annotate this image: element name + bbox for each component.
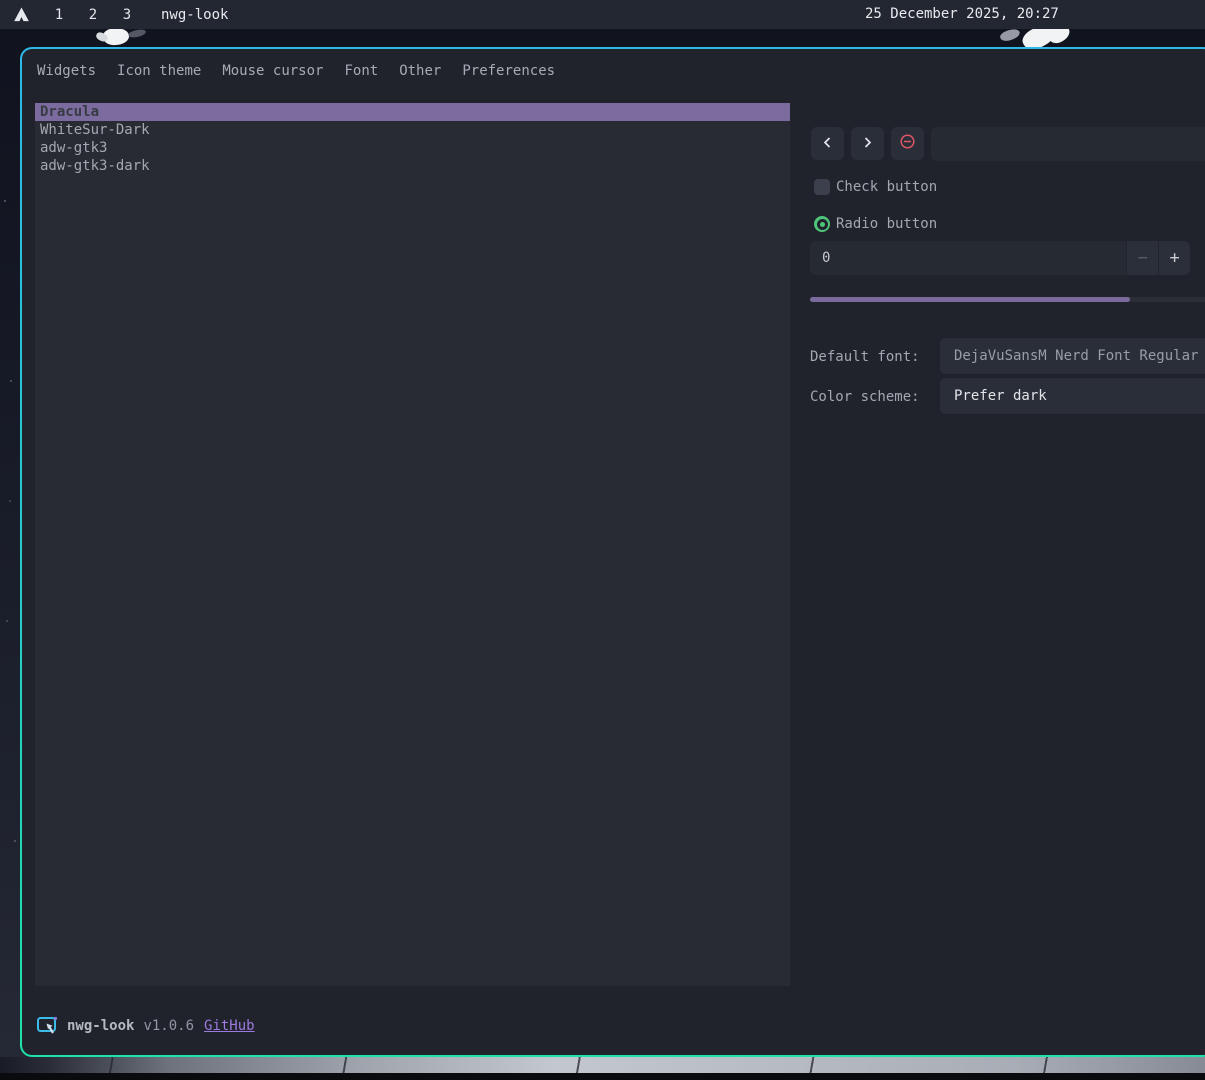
active-window-title: nwg-look	[161, 7, 228, 23]
tab-font[interactable]: Font	[344, 60, 378, 82]
tab-icon-theme[interactable]: Icon theme	[117, 60, 201, 82]
clock: 25 December 2025, 20:27	[865, 0, 1059, 29]
nwg-look-window-body: Widgets Icon theme Mouse cursor Font Oth…	[22, 49, 1205, 1055]
gtk-theme-list: Dracula WhiteSur-Dark adw-gtk3 adw-gtk3-…	[35, 103, 790, 986]
chevron-right-icon	[862, 134, 873, 153]
nwg-look-window: Widgets Icon theme Mouse cursor Font Oth…	[20, 47, 1205, 1057]
spin-button: 0 − +	[810, 241, 1190, 275]
demo-scale-slider[interactable]	[810, 297, 1205, 302]
wallpaper-umbrella-strip	[0, 1057, 1205, 1073]
list-item-adw-gtk3-dark[interactable]: adw-gtk3-dark	[35, 157, 790, 175]
forward-button[interactable]	[851, 127, 884, 160]
list-item-dracula[interactable]: Dracula	[35, 103, 790, 121]
tab-mouse-cursor[interactable]: Mouse cursor	[222, 60, 323, 82]
nwg-look-app-icon	[36, 1014, 59, 1037]
tab-widgets[interactable]: Widgets	[37, 60, 96, 82]
radio-button-label: Radio button	[836, 216, 937, 232]
color-scheme-dropdown[interactable]: Prefer dark	[940, 378, 1205, 414]
demo-text-entry[interactable]	[931, 127, 1205, 161]
tab-other[interactable]: Other	[399, 60, 441, 82]
tab-preferences[interactable]: Preferences	[462, 60, 555, 82]
default-font-label: Default font:	[810, 349, 920, 365]
default-font-button[interactable]: DejaVuSansM Nerd Font Regular	[940, 338, 1205, 374]
check-button-row[interactable]: Check button	[814, 179, 937, 195]
app-name: nwg-look	[67, 1018, 134, 1034]
circled-minus-icon	[899, 133, 916, 154]
color-scheme-label: Color scheme:	[810, 389, 920, 405]
arch-logo-icon	[13, 7, 30, 22]
checkbox-icon[interactable]	[814, 179, 830, 195]
spin-decrement-button[interactable]: −	[1126, 241, 1158, 275]
chevron-left-icon	[822, 134, 833, 153]
check-button-label: Check button	[836, 179, 937, 195]
workspace-button-1[interactable]: 1	[54, 7, 64, 23]
list-item-whitesur-dark[interactable]: WhiteSur-Dark	[35, 121, 790, 139]
wallpaper-bottom-edge	[0, 1073, 1205, 1080]
github-link[interactable]: GitHub	[204, 1018, 255, 1034]
wallpaper-detail	[127, 28, 146, 39]
wallpaper-detail	[999, 27, 1021, 43]
slider-fill	[810, 297, 1130, 302]
window-footer: nwg-look v1.0.6 GitHub	[36, 1014, 255, 1037]
app-version: v1.0.6	[143, 1018, 194, 1034]
spin-increment-button[interactable]: +	[1158, 241, 1190, 275]
workspace-button-2[interactable]: 2	[88, 7, 98, 23]
spin-value-field[interactable]: 0	[810, 241, 1126, 275]
radio-button-row[interactable]: Radio button	[814, 216, 937, 232]
menubar: Widgets Icon theme Mouse cursor Font Oth…	[37, 60, 555, 82]
workspace-button-3[interactable]: 3	[122, 7, 132, 23]
back-button[interactable]	[811, 127, 844, 160]
status-bar: 1 2 3 nwg-look 25 December 2025, 20:27	[0, 0, 1205, 29]
radio-icon[interactable]	[814, 216, 830, 232]
wallpaper-stars	[4, 200, 6, 202]
remove-button[interactable]	[891, 127, 924, 160]
list-item-adw-gtk3[interactable]: adw-gtk3	[35, 139, 790, 157]
